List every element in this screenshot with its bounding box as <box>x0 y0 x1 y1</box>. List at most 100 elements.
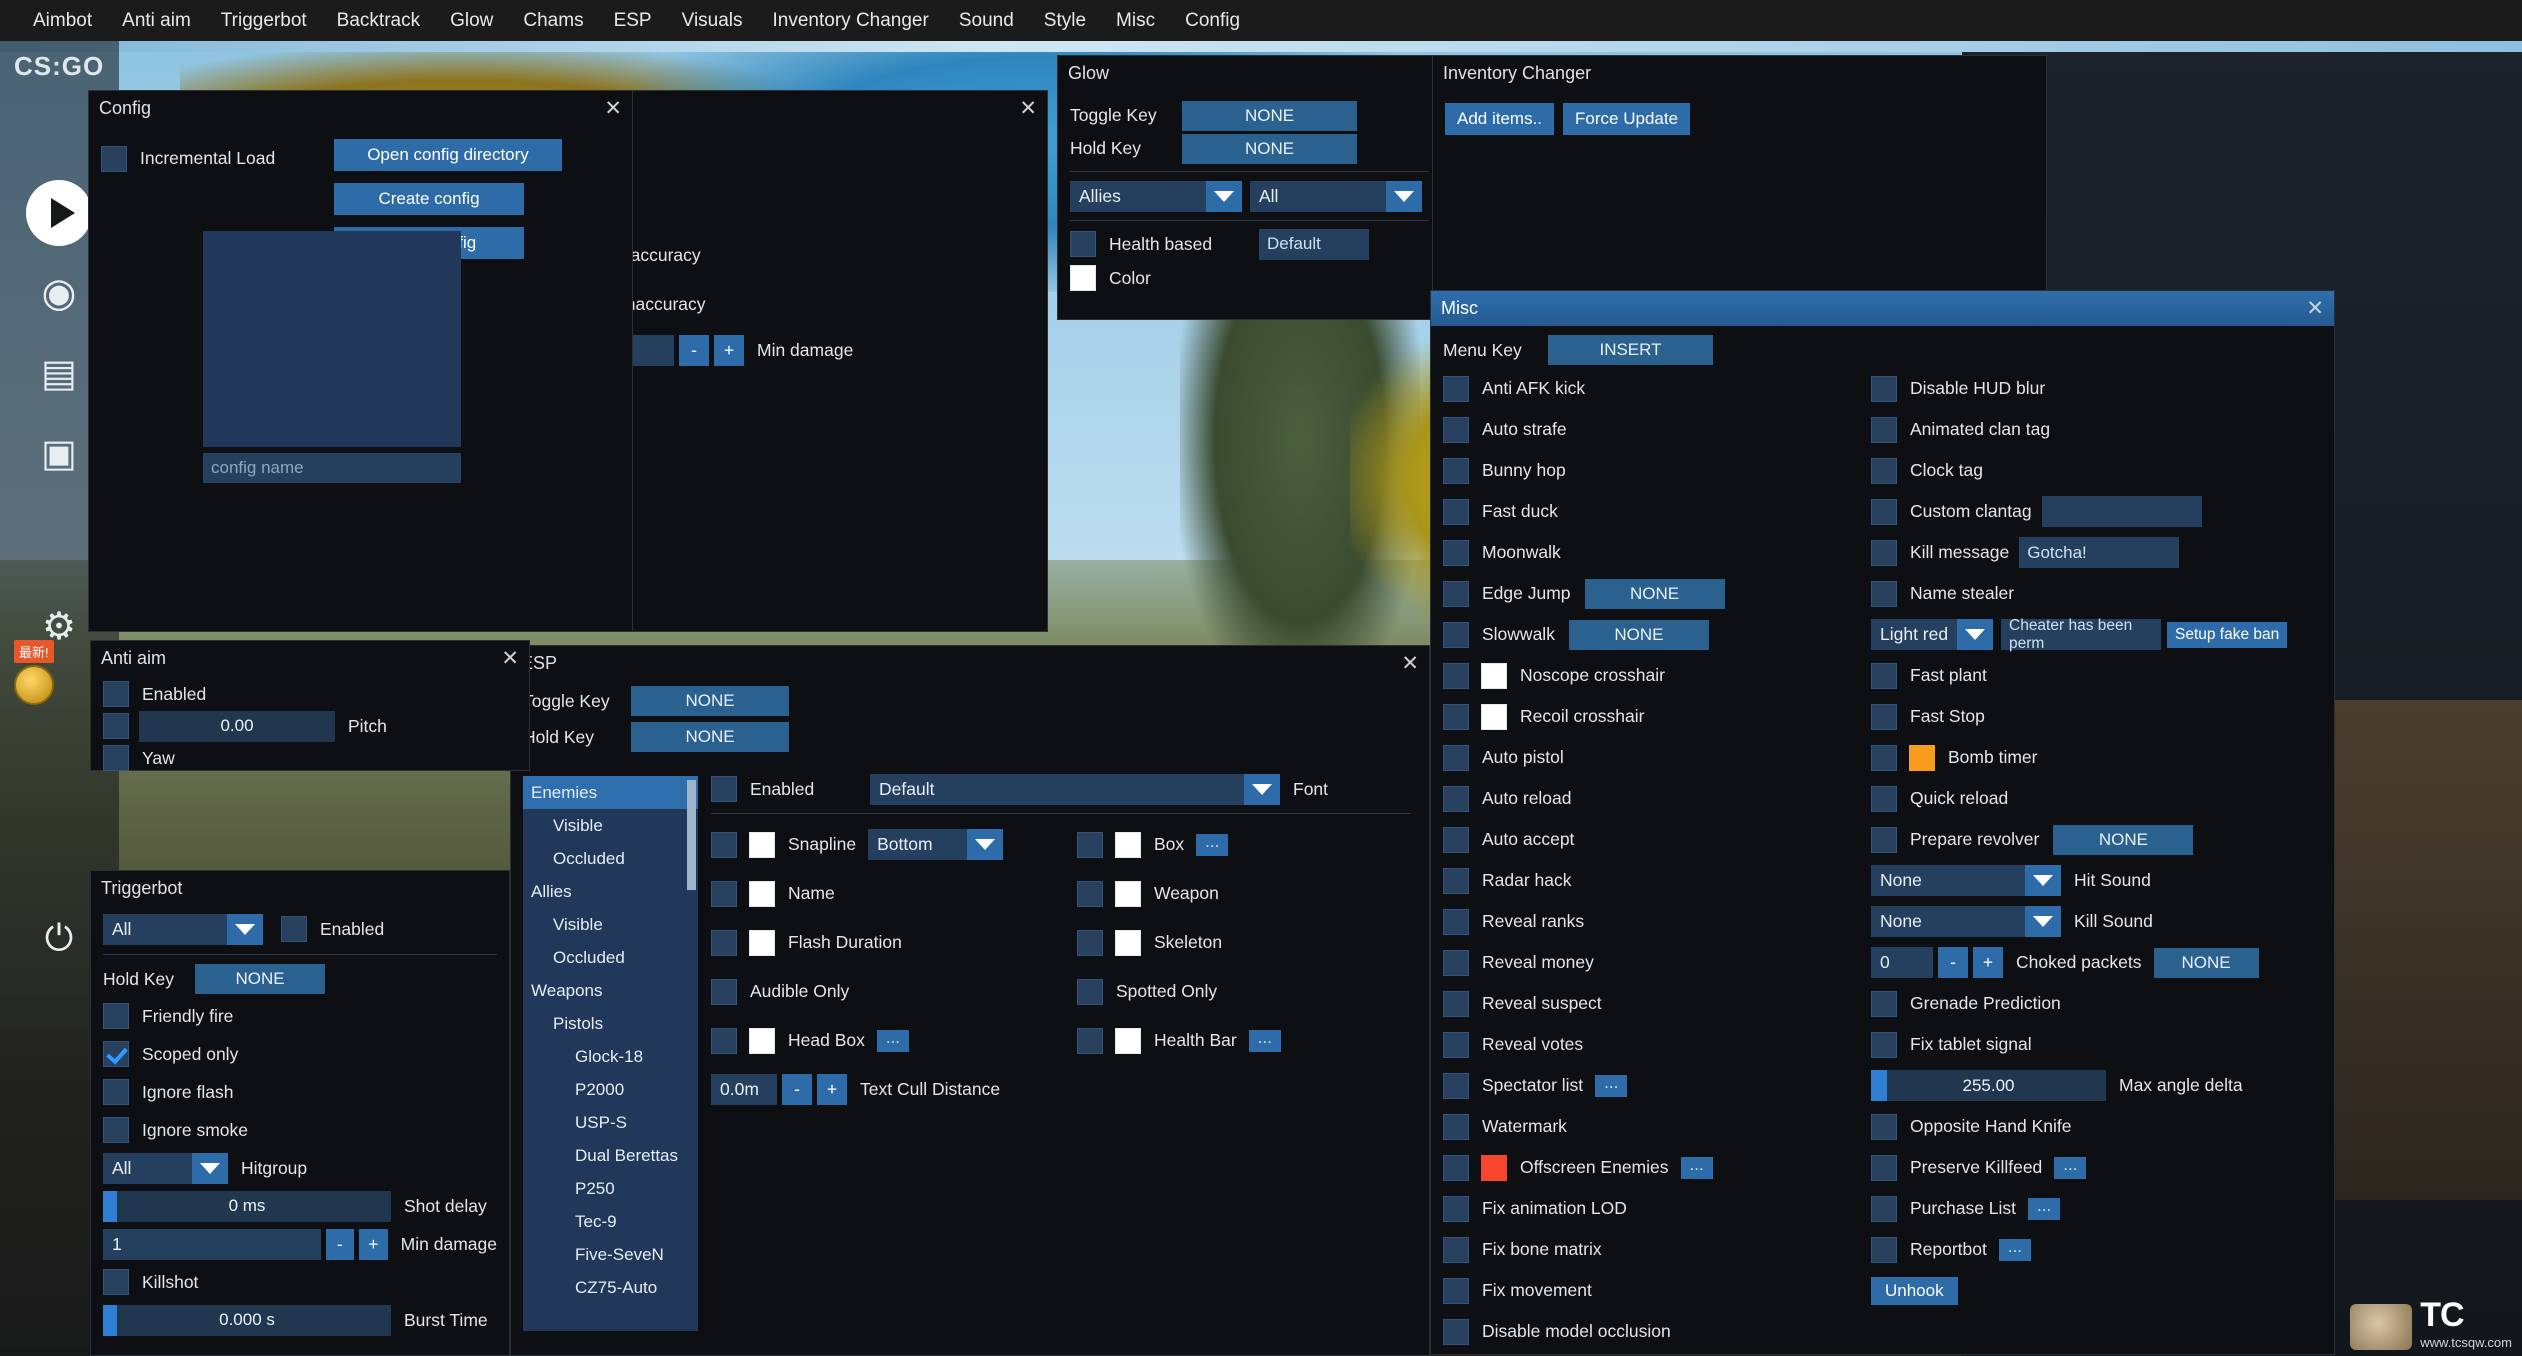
esp-right-option-4[interactable]: Health Bar... <box>1077 1016 1377 1065</box>
misc-right-9-checkbox[interactable] <box>1871 744 1897 771</box>
triggerbot-0-row[interactable]: Friendly fire <box>103 997 497 1035</box>
misc-left-11-row[interactable]: Auto accept <box>1443 819 1853 860</box>
misc-right-12-row[interactable]: None Hit Sound <box>1871 860 2311 901</box>
glow-health-based-checkbox[interactable] <box>1070 231 1096 257</box>
glow-color-row[interactable]: Color <box>1070 261 1429 295</box>
esp-left-0-color-swatch[interactable] <box>749 831 775 858</box>
config-titlebar[interactable]: Config ✕ <box>89 91 632 126</box>
misc-left-6-key-button[interactable]: NONE <box>1568 619 1709 650</box>
triggerbot-1-row[interactable]: Scoped only <box>103 1035 497 1073</box>
triggerbot-min-damage-minus[interactable]: - <box>325 1228 355 1260</box>
glow-titlebar[interactable]: Glow <box>1058 56 1441 91</box>
esp-right-2-enable-checkbox[interactable] <box>1077 929 1103 956</box>
misc-left-6-row[interactable]: Slowwalk NONE <box>1443 614 1853 655</box>
esp-left-option-4[interactable]: Head Box... <box>711 1016 1041 1065</box>
misc-right-0-checkbox[interactable] <box>1871 375 1897 402</box>
misc-right-6-setup-fake-ban-button[interactable]: Setup fake ban <box>2167 621 2288 648</box>
triggerbot-hitgroup-combo[interactable]: All <box>103 1152 228 1184</box>
misc-right-12-combo[interactable]: None <box>1871 865 2061 896</box>
triggerbot-hold-key-button[interactable]: NONE <box>195 964 325 994</box>
watch-icon[interactable]: ◉ <box>22 256 96 330</box>
misc-left-21-checkbox[interactable] <box>1443 1236 1469 1263</box>
misc-right-2-row[interactable]: Clock tag <box>1871 450 2311 491</box>
aimbot-close-icon[interactable]: ✕ <box>1019 91 1037 126</box>
misc-left-7-row[interactable]: Noscope crosshair <box>1443 655 1853 696</box>
misc-close-icon[interactable]: ✕ <box>2306 291 2324 326</box>
esp-right-option-2[interactable]: Skeleton <box>1077 918 1377 967</box>
esp-tree-item[interactable]: Enemies <box>523 776 698 809</box>
esp-left-1-color-swatch[interactable] <box>749 880 775 907</box>
misc-left-12-row[interactable]: Radar hack <box>1443 860 1853 901</box>
esp-toggle-key-button[interactable]: NONE <box>631 686 789 716</box>
antiaim-pitch-checkbox[interactable] <box>103 713 129 739</box>
misc-right-6-combo[interactable]: Light red <box>1871 619 1993 650</box>
misc-left-23-row[interactable]: Disable model occlusion <box>1443 1311 1853 1352</box>
triggerbot-3-checkbox[interactable] <box>103 1117 129 1143</box>
triggerbot-min-damage-row[interactable]: 1 - + Min damage <box>103 1225 497 1263</box>
triggerbot-2-row[interactable]: Ignore flash <box>103 1073 497 1111</box>
esp-hold-key-row[interactable]: Hold Key NONE <box>523 719 1417 755</box>
misc-left-19-color-swatch[interactable] <box>1481 1154 1507 1181</box>
misc-right-15-row[interactable]: Grenade Prediction <box>1871 983 2311 1024</box>
misc-right-1-checkbox[interactable] <box>1871 416 1897 443</box>
misc-left-0-checkbox[interactable] <box>1443 375 1469 402</box>
antiaim-yaw-row[interactable]: Yaw <box>103 742 517 774</box>
triggerbot-2-checkbox[interactable] <box>103 1079 129 1105</box>
esp-tree-item[interactable]: Five-SeveN <box>523 1238 698 1271</box>
misc-left-8-checkbox[interactable] <box>1443 703 1469 730</box>
esp-cull-minus[interactable]: - <box>782 1073 812 1105</box>
esp-cull-row[interactable]: 0.0m - + Text Cull Distance <box>711 1069 1411 1109</box>
config-list[interactable] <box>203 231 461 447</box>
glow-toggle-key-button[interactable]: NONE <box>1182 100 1357 131</box>
misc-left-17-row[interactable]: Spectator list... <box>1443 1065 1853 1106</box>
misc-right-13-combo[interactable]: None <box>1871 906 2061 937</box>
triggerbot-burst-slider[interactable]: 0.000 s <box>103 1304 391 1336</box>
antiaim-yaw-checkbox[interactable] <box>103 745 129 771</box>
misc-left-3-row[interactable]: Fast duck <box>1443 491 1853 532</box>
misc-right-17-row[interactable]: 255.00 Max angle delta <box>1871 1065 2311 1106</box>
esp-right-4-dots-button[interactable]: ... <box>1248 1029 1281 1052</box>
misc-right-10-row[interactable]: Quick reload <box>1871 778 2311 819</box>
inventory-titlebar[interactable]: Inventory Changer <box>1433 56 2046 91</box>
misc-left-21-row[interactable]: Fix bone matrix <box>1443 1229 1853 1270</box>
misc-menu-key-row[interactable]: Menu Key INSERT <box>1443 332 1853 368</box>
esp-tree-item[interactable]: P250 <box>523 1172 698 1205</box>
misc-left-19-checkbox[interactable] <box>1443 1154 1469 1181</box>
esp-left-option-0[interactable]: Snapline Bottom <box>711 820 1041 869</box>
misc-left-1-row[interactable]: Auto strafe <box>1443 409 1853 450</box>
triggerbot-weapon-combo[interactable]: All <box>103 913 263 945</box>
misc-left-4-row[interactable]: Moonwalk <box>1443 532 1853 573</box>
misc-left-10-row[interactable]: Auto reload <box>1443 778 1853 819</box>
esp-tree[interactable]: Enemies Visible Occluded Allies Visible Occlu… <box>523 776 698 1331</box>
esp-left-4-color-swatch[interactable] <box>749 1027 775 1054</box>
esp-left-option-1[interactable]: Name <box>711 869 1041 918</box>
misc-right-18-checkbox[interactable] <box>1871 1113 1897 1140</box>
esp-tree-item[interactable]: Tec-9 <box>523 1205 698 1238</box>
window-esp[interactable]: ESP ✕ Toggle Key NONE Hold Key NONE Enem… <box>510 645 1430 1356</box>
misc-left-16-row[interactable]: Reveal votes <box>1443 1024 1853 1065</box>
esp-left-0-combo[interactable]: Bottom <box>868 829 1004 860</box>
misc-left-4-checkbox[interactable] <box>1443 539 1469 566</box>
esp-right-option-1[interactable]: Weapon <box>1077 869 1377 918</box>
esp-left-option-2[interactable]: Flash Duration <box>711 918 1041 967</box>
misc-left-17-checkbox[interactable] <box>1443 1072 1469 1099</box>
antiaim-pitch-slider[interactable]: 0.00 <box>139 710 335 742</box>
window-inventory-changer[interactable]: Inventory Changer Add items.. Force Upda… <box>1432 55 2047 320</box>
misc-right-16-checkbox[interactable] <box>1871 1031 1897 1058</box>
misc-left-6-checkbox[interactable] <box>1443 621 1469 648</box>
esp-left-2-color-swatch[interactable] <box>749 929 775 956</box>
esp-left-0-enable-checkbox[interactable] <box>711 831 737 858</box>
misc-right-14-minus[interactable]: - <box>1938 947 1968 978</box>
esp-tree-scrollbar[interactable] <box>687 780 696 890</box>
menu-item-glow[interactable]: Glow <box>435 0 508 41</box>
misc-right-11-checkbox[interactable] <box>1871 826 1897 853</box>
window-glow[interactable]: Glow Toggle Key NONE Hold Key NONE Allie… <box>1057 55 1442 320</box>
misc-right-5-checkbox[interactable] <box>1871 580 1897 607</box>
esp-left-4-dots-button[interactable]: ... <box>876 1029 910 1052</box>
misc-left-13-row[interactable]: Reveal ranks <box>1443 901 1853 942</box>
esp-right-0-dots-button[interactable]: ... <box>1196 833 1229 856</box>
misc-right-17-slider[interactable]: 255.00 <box>1871 1070 2106 1101</box>
misc-left-7-color-swatch[interactable] <box>1481 662 1507 689</box>
triggerbot-min-damage-plus[interactable]: + <box>359 1228 388 1260</box>
triggerbot-killshot-checkbox[interactable] <box>103 1269 129 1295</box>
